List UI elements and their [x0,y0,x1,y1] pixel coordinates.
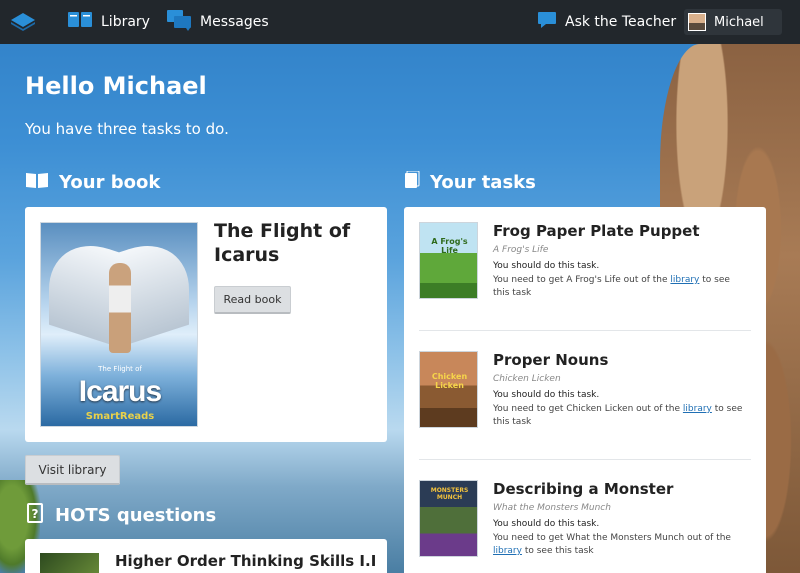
task-status: You should do this task. [493,519,600,529]
chat-bubble-icon [537,11,565,33]
task-note-text: You need to get What the Monsters Munch … [493,533,731,543]
ask-the-teacher-button[interactable]: Ask the Teacher [537,0,676,44]
task-note: You need to get Chicken Licken out of th… [493,403,748,429]
task-book-cover: Chicken Licken [419,351,478,428]
book-stack-logo-icon[interactable] [10,10,36,32]
nav-messages[interactable]: Messages [166,0,269,44]
your-book-heading: Your book [25,171,160,194]
cover-figure [109,263,131,353]
library-book-icon [67,11,101,33]
avatar [688,13,706,31]
hots-thumbnail [40,553,99,573]
task-note: You need to get What the Monsters Munch … [493,532,748,558]
task-book-name: Chicken Licken [493,374,561,384]
your-tasks-heading-label: Your tasks [430,172,536,193]
hots-heading-label: HOTS questions [55,505,217,526]
top-nav-bar: Library Messages Ask the Teacher Michael [0,0,800,44]
nav-messages-label: Messages [200,14,269,30]
visit-library-button[interactable]: Visit library [25,455,120,485]
task-cover-text: MONSTERS MUNCH [430,487,469,501]
book-cover-image[interactable]: The Flight of Icarus SmartReads [40,222,198,427]
your-book-card: The Flight of Icarus SmartReads The Flig… [25,207,387,442]
your-tasks-card: A Frog's Life Frog Paper Plate Puppet A … [404,207,766,573]
hots-heading: ? HOTS questions [25,503,216,528]
library-link[interactable]: library [493,546,522,556]
task-book-name: A Frog's Life [493,245,549,255]
svg-text:?: ? [32,507,39,521]
nav-library[interactable]: Library [67,0,150,44]
question-icon: ? [25,503,55,528]
book-title: The Flight of Icarus [214,220,351,266]
page-title: Hello Michael [25,72,207,100]
task-note-text: You need to get Chicken Licken out of th… [493,404,683,414]
cover-title-text: Icarus [78,375,162,408]
task-note-text-end: to see this task [521,546,594,556]
your-book-heading-label: Your book [59,172,161,193]
task-book-cover: A Frog's Life [419,222,478,299]
your-tasks-heading: Your tasks [404,170,536,194]
task-count-subtitle: You have three tasks to do. [25,120,229,138]
divider [419,459,751,460]
messages-icon [166,9,200,35]
read-book-button[interactable]: Read book [214,286,291,314]
library-link[interactable]: library [683,404,712,414]
task-book-name: What the Monsters Munch [493,503,611,513]
user-menu[interactable]: Michael [684,9,782,35]
task-note-text: You need to get A Frog's Life out of the [493,275,671,285]
task-cover-text: Chicken Licken [431,372,468,390]
hots-item-title: Higher Order Thinking Skills I.I [115,552,377,570]
task-status: You should do this task. [493,390,600,400]
divider [419,330,751,331]
single-book-icon [404,170,430,194]
open-book-icon [25,171,59,194]
hots-card[interactable]: Higher Order Thinking Skills I.I [25,539,387,573]
cover-brand-text: SmartReads [85,411,155,422]
nav-library-label: Library [101,14,150,30]
task-cover-text: A Frog's Life [431,237,468,255]
library-link[interactable]: library [670,275,699,285]
task-note: You need to get A Frog's Life out of the… [493,274,748,300]
task-title[interactable]: Describing a Monster [493,480,673,498]
task-book-cover: MONSTERS MUNCH [419,480,478,557]
cover-small-text: The Flight of [98,365,142,373]
user-name: Michael [714,14,764,30]
task-title[interactable]: Proper Nouns [493,351,608,369]
task-status: You should do this task. [493,261,600,271]
task-title[interactable]: Frog Paper Plate Puppet [493,222,700,240]
ask-the-teacher-label: Ask the Teacher [565,14,677,30]
